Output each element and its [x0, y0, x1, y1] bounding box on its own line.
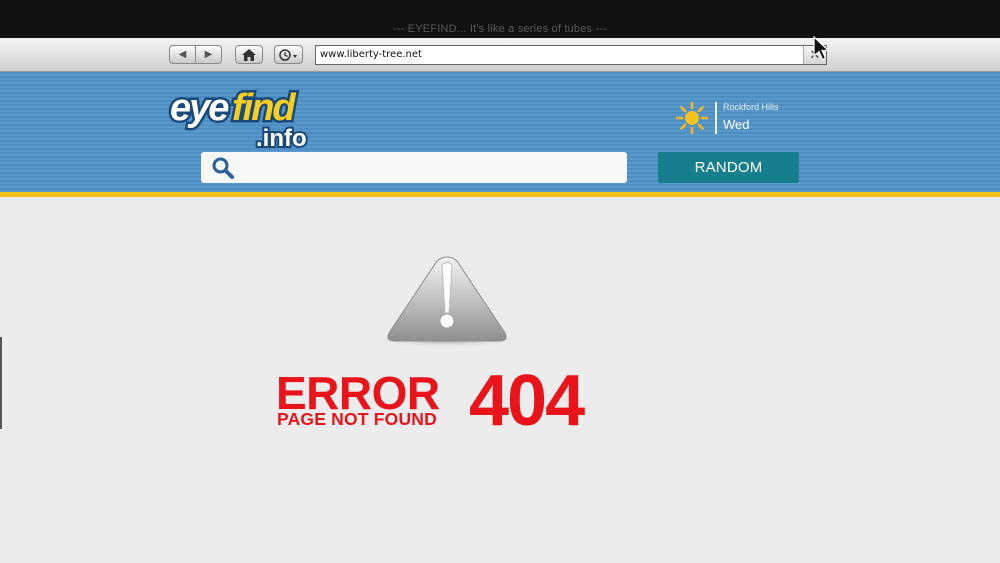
window-titlebar: --- EYEFIND... It's like a series of tub… [0, 0, 1000, 38]
browser-toolbar: ◀ ▶ www.liberty-tree.net ✕ [0, 38, 1000, 72]
clock-history-icon [278, 48, 297, 61]
svg-text:eye: eye [170, 87, 229, 129]
weather-location: Rockford Hills [723, 102, 779, 112]
error-subtitle: PAGE NOT FOUND [277, 409, 437, 429]
sun-icon [676, 102, 708, 134]
weather-widget: Rockford Hills Wed [715, 102, 779, 134]
home-button[interactable] [235, 45, 263, 64]
mouse-cursor-icon [813, 36, 831, 61]
window-title: --- EYEFIND... It's like a series of tub… [392, 23, 608, 35]
eyefind-logo[interactable]: eye find .info [168, 80, 328, 151]
left-edge-divider [0, 337, 2, 429]
svg-text:find: find [232, 87, 296, 129]
history-button[interactable] [274, 45, 303, 64]
search-input[interactable] [201, 152, 627, 183]
search-icon [212, 157, 234, 179]
site-header: eye find .info Rockford Hills Wed RANDOM [0, 72, 1000, 197]
forward-arrow-icon[interactable]: ▶ [195, 46, 221, 63]
error-code: 404 [469, 361, 585, 441]
url-text: www.liberty-tree.net [320, 49, 422, 60]
random-button[interactable]: RANDOM [658, 152, 799, 183]
home-icon [242, 48, 256, 61]
back-forward-buttons: ◀ ▶ [169, 45, 222, 64]
svg-text:.info: .info [256, 125, 307, 150]
warning-triangle-icon [369, 256, 525, 348]
back-arrow-icon[interactable]: ◀ [170, 46, 195, 63]
weather-day: Wed [723, 117, 750, 132]
address-bar[interactable]: www.liberty-tree.net ✕ [315, 45, 827, 65]
